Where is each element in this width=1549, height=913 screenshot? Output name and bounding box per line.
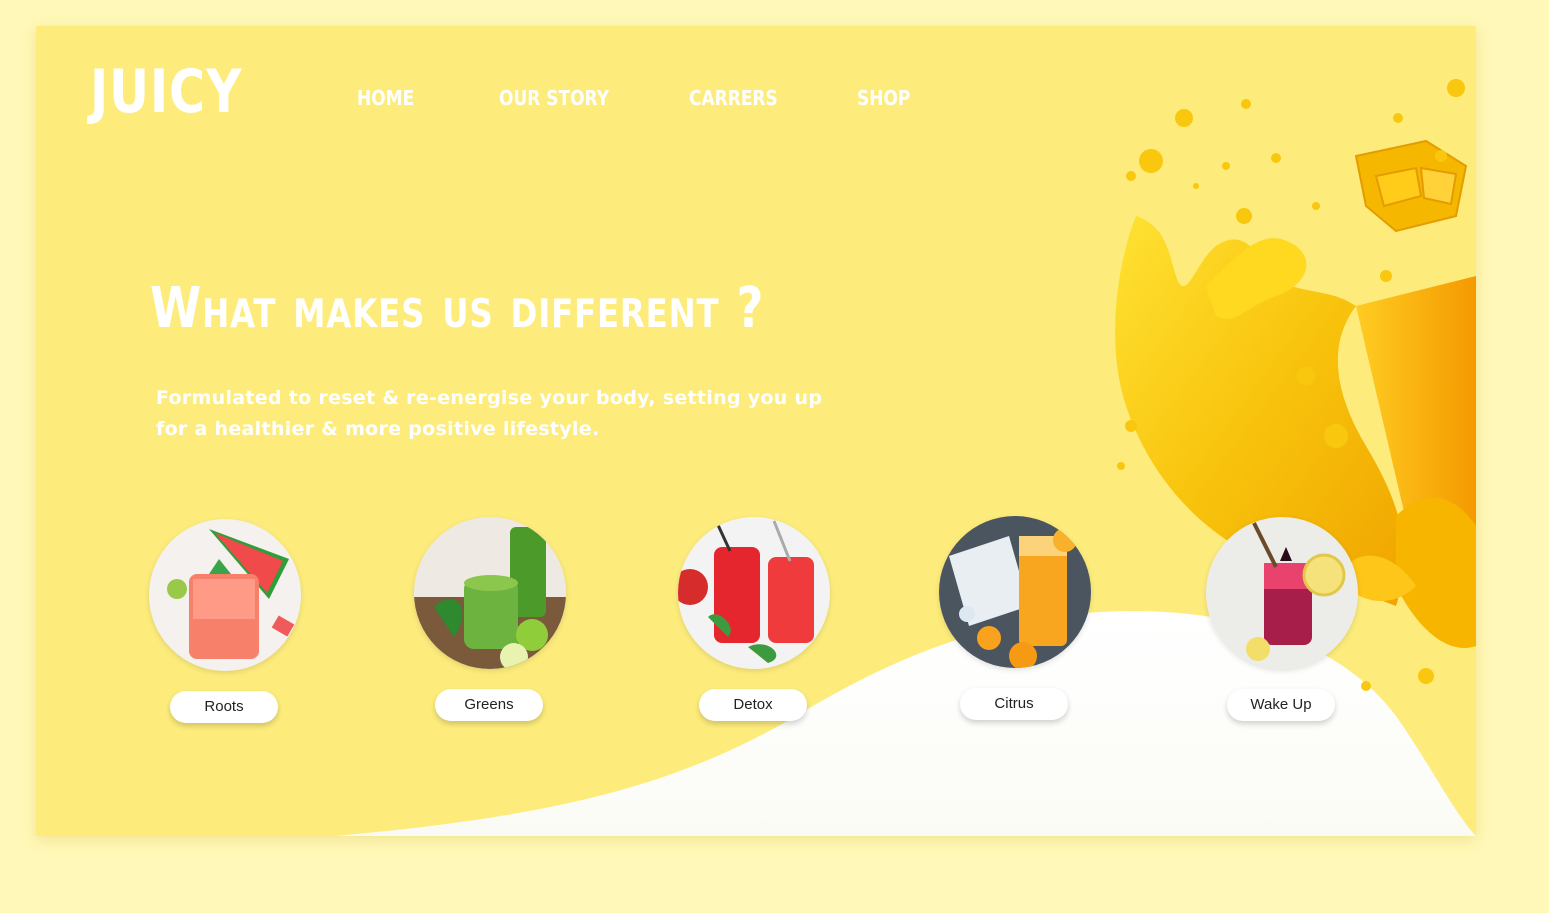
green-smoothie-image (414, 517, 566, 669)
orange-juice-image (939, 516, 1091, 668)
product-label-citrus[interactable]: Citrus (960, 688, 1068, 720)
juicy-logo[interactable]: JUICY (90, 62, 242, 122)
product-label-roots[interactable]: Roots (170, 691, 278, 723)
product-citrus[interactable]: Citrus (938, 516, 1092, 720)
product-label-greens[interactable]: Greens (435, 689, 543, 721)
nav-shop[interactable]: SHOP (857, 86, 910, 110)
nav-carrers[interactable]: CARRERS (689, 86, 778, 110)
product-roots[interactable]: Roots (148, 519, 302, 723)
product-wake-up[interactable]: Wake Up (1205, 517, 1359, 721)
mango-cubes (1354, 139, 1468, 233)
hero-headline: What makes us different ? (150, 276, 765, 341)
hero-subtitle: Formulated to reset & re-energise your b… (156, 387, 823, 440)
product-detox[interactable]: Detox (677, 517, 831, 721)
hero-frame: JUICY HOME OUR STORY CARRERS SHOP What m… (36, 26, 1476, 836)
product-label-wake-up[interactable]: Wake Up (1227, 689, 1335, 721)
product-label-detox[interactable]: Detox (699, 689, 807, 721)
logo-text: JUICY (90, 57, 243, 127)
product-greens[interactable]: Greens (413, 517, 567, 721)
nav-home[interactable]: HOME (357, 86, 414, 110)
berry-lemon-drink-image (1206, 517, 1358, 669)
red-juice-image (678, 517, 830, 669)
watermelon-smoothie-image (149, 519, 301, 671)
nav-our-story[interactable]: OUR STORY (499, 86, 609, 110)
